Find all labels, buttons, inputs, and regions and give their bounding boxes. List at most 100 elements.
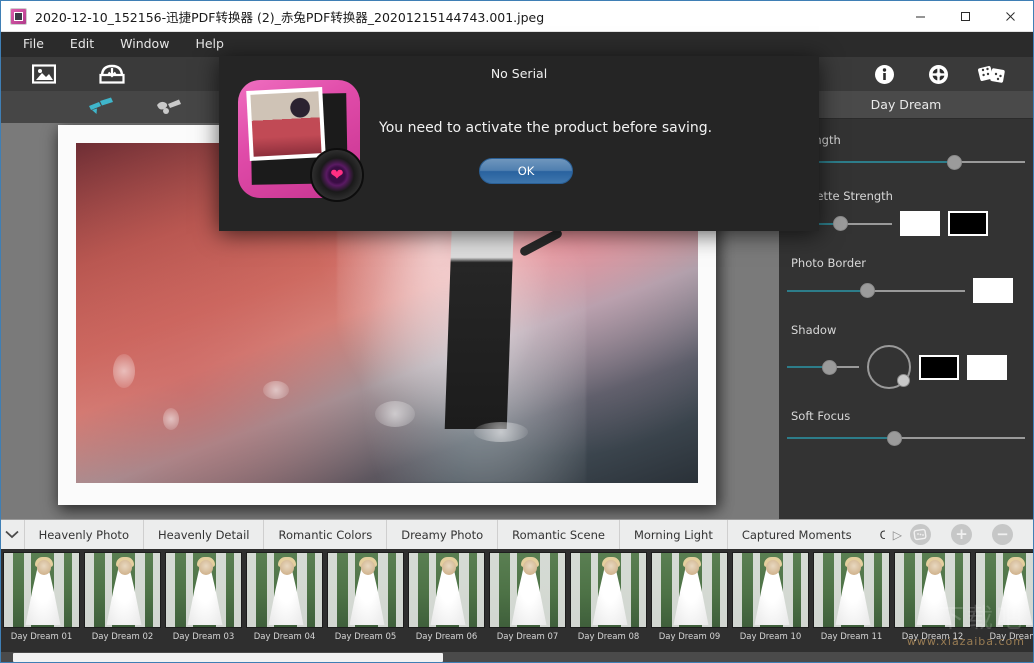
- ok-button[interactable]: OK: [479, 158, 573, 184]
- save-image-icon[interactable]: [89, 57, 135, 91]
- tab-heavenly-photo[interactable]: Heavenly Photo: [25, 520, 144, 549]
- dialog-message-area: You need to activate the product before …: [379, 90, 819, 208]
- list-item[interactable]: Day Dream 12: [892, 549, 973, 662]
- shadow-slider[interactable]: [787, 359, 859, 375]
- tab-captured-moments[interactable]: Captured Moments: [728, 520, 866, 549]
- application-window: 2020-12-10_152156-迅捷PDF转换器 (2)_赤兔PDF转换器_…: [0, 0, 1034, 663]
- vignette-color-swatch-black[interactable]: [948, 211, 988, 236]
- thumbnail-label: Day Dream 03: [172, 632, 235, 642]
- shadow-color-swatch-white[interactable]: [967, 354, 1007, 380]
- minimize-button[interactable]: [898, 1, 943, 32]
- thumbnail-image: [894, 552, 971, 628]
- close-button[interactable]: [988, 1, 1033, 32]
- logo-photo: [246, 87, 326, 161]
- tab-heavenly-detail[interactable]: Heavenly Detail: [144, 520, 265, 549]
- slider-knob[interactable]: [946, 154, 962, 170]
- thumbnail-label: Day Dream 02: [91, 632, 154, 642]
- thumb-face: [280, 560, 294, 575]
- strength-slider[interactable]: [787, 154, 1025, 170]
- remove-button[interactable]: −: [992, 524, 1013, 545]
- randomize-button[interactable]: [910, 524, 931, 545]
- window-controls: [898, 1, 1033, 32]
- menu-bar: File Edit Window Help: [1, 32, 1033, 57]
- list-item[interactable]: Day Dream 06: [406, 549, 487, 662]
- toolbar-right-group: [861, 57, 1033, 91]
- thumb-face: [847, 560, 861, 575]
- menu-item-file[interactable]: File: [11, 35, 56, 54]
- preset-thumbnail-strip[interactable]: Day Dream 01 Day Dream 02 Day Dream 03 D…: [1, 549, 1033, 662]
- control-shadow: Shadow: [787, 323, 1025, 389]
- thumbnail-image: [570, 552, 647, 628]
- photo-bokeh: [374, 401, 415, 428]
- thumb-face: [361, 560, 375, 575]
- list-item[interactable]: Day Dream 10: [730, 549, 811, 662]
- thumbnail-image: [732, 552, 809, 628]
- control-row: [787, 211, 1025, 236]
- menu-item-edit[interactable]: Edit: [58, 35, 106, 54]
- thumb-face: [928, 560, 942, 575]
- logo-lens: ❤: [310, 148, 364, 202]
- shadow-angle-handle[interactable]: [897, 374, 910, 387]
- slider-knob[interactable]: [887, 430, 903, 446]
- control-vignette-strength: Vignette Strength: [787, 189, 1025, 236]
- control-strength: Strength: [787, 133, 1025, 170]
- no-serial-dialog: No Serial ❤ You need to activate the pro…: [219, 56, 819, 231]
- maximize-button[interactable]: [943, 1, 988, 32]
- list-item[interactable]: Day Dream 03: [163, 549, 244, 662]
- list-item[interactable]: Day Dream 08: [568, 549, 649, 662]
- tab-dreamy-photo[interactable]: Dreamy Photo: [387, 520, 499, 549]
- thumbnail-image: [165, 552, 242, 628]
- shadow-color-swatch-black[interactable]: [919, 354, 959, 380]
- vignette-color-swatch-white[interactable]: [900, 211, 940, 236]
- shadow-angle-dial[interactable]: [867, 345, 911, 389]
- control-soft-focus: Soft Focus: [787, 409, 1025, 446]
- window-title: 2020-12-10_152156-迅捷PDF转换器 (2)_赤兔PDF转换器_…: [35, 9, 545, 25]
- tabs-scroll-right-icon[interactable]: ▷: [885, 520, 910, 549]
- list-item[interactable]: Day Dream 04: [244, 549, 325, 662]
- control-label: Photo Border: [791, 256, 867, 270]
- heart-icon: ❤: [330, 165, 344, 184]
- tab-romantic-scene[interactable]: Romantic Scene: [498, 520, 620, 549]
- open-image-icon[interactable]: [21, 57, 67, 91]
- list-item[interactable]: Day Dream 05: [325, 549, 406, 662]
- thumbnail-image: [408, 552, 485, 628]
- list-item[interactable]: Day Dream 02: [82, 549, 163, 662]
- tab-morning-light[interactable]: Morning Light: [620, 520, 728, 549]
- photo-border-color-swatch[interactable]: [973, 278, 1013, 303]
- photo-bokeh: [163, 408, 180, 431]
- list-item[interactable]: Day Dream 09: [649, 549, 730, 662]
- soft-focus-slider[interactable]: [787, 430, 1025, 446]
- info-icon[interactable]: [861, 57, 907, 91]
- thumb-face: [442, 560, 456, 575]
- thumbnail-label: Day Dream 06: [415, 632, 478, 642]
- list-item[interactable]: Day Dream 11: [811, 549, 892, 662]
- chevron-down-icon[interactable]: [1, 520, 25, 549]
- slider-knob[interactable]: [860, 283, 876, 298]
- control-photo-border: Photo Border: [787, 256, 1025, 303]
- settings-icon[interactable]: [915, 57, 961, 91]
- brush-tool-erase-icon[interactable]: [147, 91, 193, 123]
- control-row: [787, 278, 1025, 303]
- menu-item-help[interactable]: Help: [183, 35, 236, 54]
- dice-icon[interactable]: [969, 57, 1015, 91]
- thumbnail-label: Day Dream 01: [10, 632, 73, 642]
- add-button[interactable]: +: [951, 524, 972, 545]
- thumb-face: [523, 560, 537, 575]
- thumbnail-image: [246, 552, 323, 628]
- thumbnail-image: [84, 552, 161, 628]
- thumbnail-label: Day Dream 12: [901, 632, 964, 642]
- slider-knob[interactable]: [821, 359, 837, 375]
- tab-romantic-colors[interactable]: Romantic Colors: [264, 520, 388, 549]
- menu-item-window[interactable]: Window: [108, 35, 181, 54]
- tab-partial-next[interactable]: C: [866, 520, 885, 549]
- slider-knob[interactable]: [832, 216, 848, 231]
- control-row: [787, 154, 1025, 170]
- photo-border-slider[interactable]: [787, 283, 965, 298]
- thumbnail-scrollbar[interactable]: [1, 652, 1033, 662]
- list-item[interactable]: Day Dream 07: [487, 549, 568, 662]
- list-item[interactable]: Day Dream: [973, 549, 1033, 662]
- thumbnail-image: [327, 552, 404, 628]
- list-item[interactable]: Day Dream 01: [1, 549, 82, 662]
- brush-tool-active-icon[interactable]: [79, 91, 125, 123]
- scrollbar-thumb[interactable]: [13, 653, 443, 662]
